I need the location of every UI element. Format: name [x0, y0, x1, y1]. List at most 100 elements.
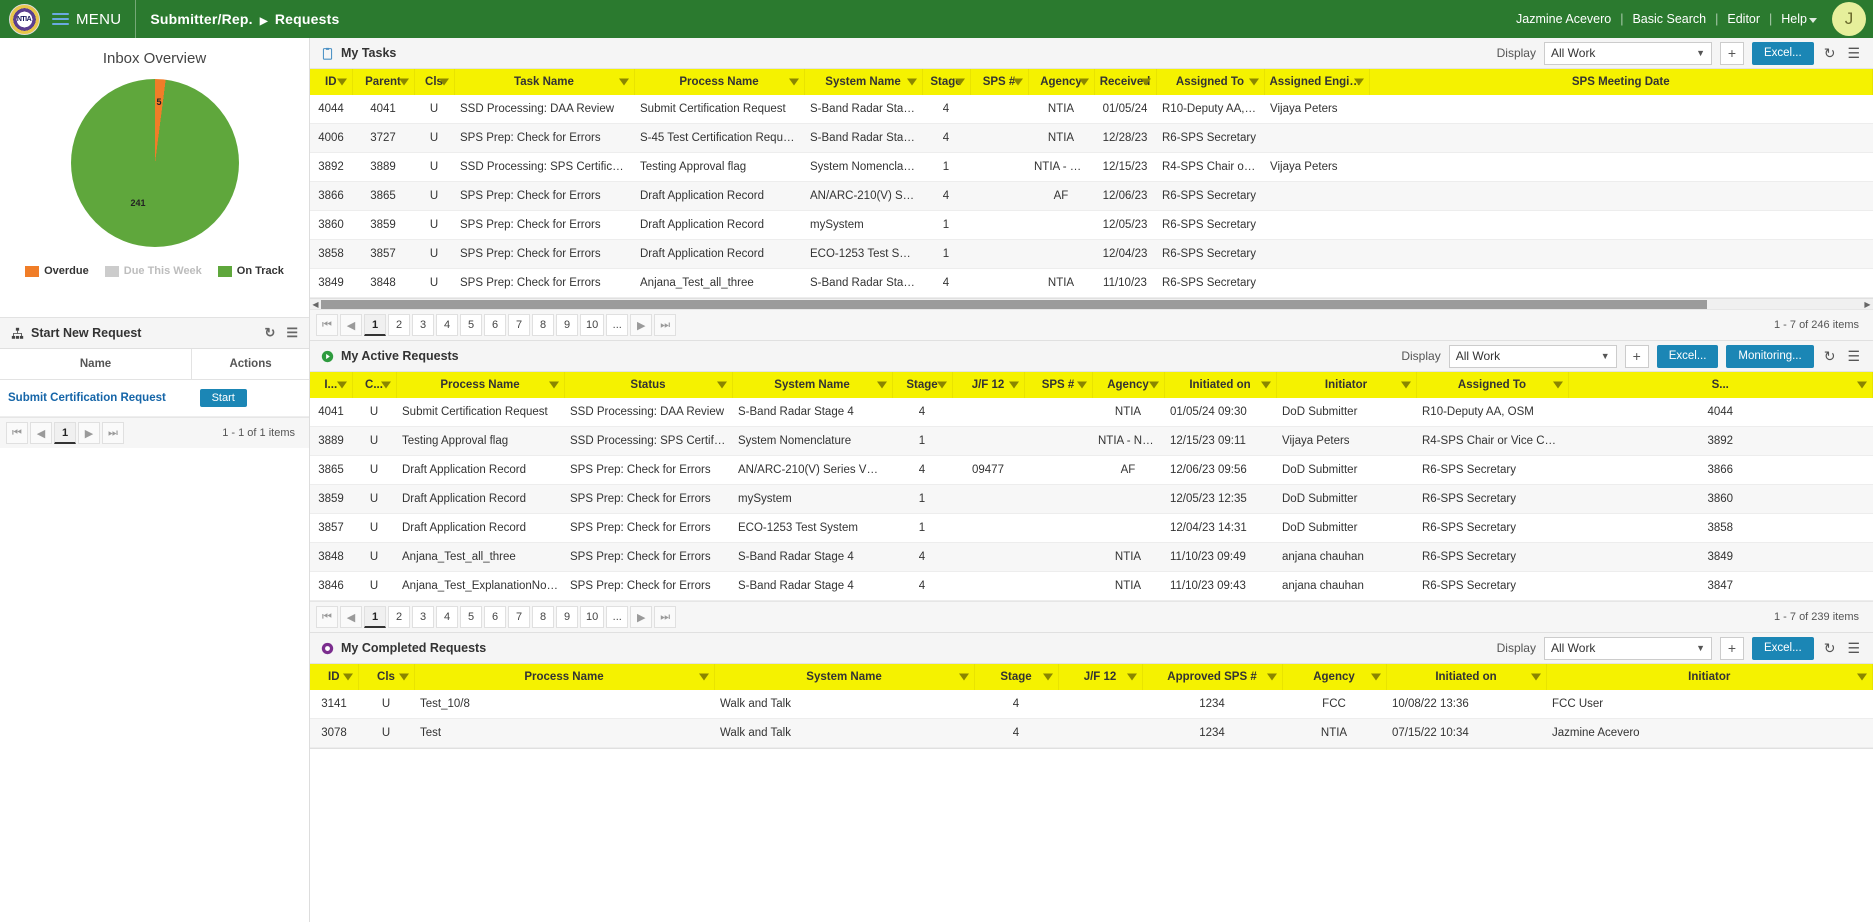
filter-icon[interactable]	[1267, 674, 1277, 681]
pager-page-8[interactable]: 8	[532, 606, 554, 628]
pager-last-button[interactable]: ⏭	[102, 422, 124, 444]
horizontal-scrollbar-tasks[interactable]: ◀ ▶	[310, 298, 1873, 309]
column-header-status[interactable]: Status	[564, 372, 732, 398]
filter-icon[interactable]	[399, 79, 409, 86]
pager-page-10[interactable]: 10	[580, 606, 604, 628]
filter-icon[interactable]	[907, 79, 917, 86]
column-header-system-name[interactable]: System Name	[804, 69, 922, 95]
filter-icon[interactable]	[1401, 382, 1411, 389]
pager-next-button[interactable]: ▶	[630, 606, 652, 628]
editor-link[interactable]: Editor	[1718, 12, 1769, 26]
table-row[interactable]: 3846UAnjana_Test_ExplanationNon-complian…	[310, 572, 1873, 601]
pager-first-button[interactable]: ⏮	[6, 422, 28, 444]
table-row[interactable]: 38923889USSD Processing: SPS Certificati…	[310, 153, 1873, 182]
pager-next-button[interactable]: ▶	[630, 314, 652, 336]
pager-page-1[interactable]: 1	[364, 606, 386, 628]
filter-icon[interactable]	[717, 382, 727, 389]
filter-icon[interactable]	[1857, 382, 1867, 389]
column-header-initiator[interactable]: Initiator	[1276, 372, 1416, 398]
cell-process-name[interactable]: Draft Application Record	[396, 514, 564, 543]
table-row[interactable]: 38603859USPS Prep: Check for ErrorsDraft…	[310, 211, 1873, 240]
column-header-agency[interactable]: Agency	[1282, 664, 1386, 690]
basic-search-link[interactable]: Basic Search	[1623, 12, 1715, 26]
pager-page-10[interactable]: 10	[580, 314, 604, 336]
pager-prev-button[interactable]: ◀	[340, 606, 362, 628]
column-header-system-name[interactable]: System Name	[714, 664, 974, 690]
filter-icon[interactable]	[877, 382, 887, 389]
pager-page-7[interactable]: 7	[508, 314, 530, 336]
filter-icon[interactable]	[1261, 382, 1271, 389]
table-row[interactable]: 3141UTest_10/8Walk and Talk41234FCC10/08…	[310, 690, 1873, 719]
filter-icon[interactable]	[337, 79, 347, 86]
display-select-active[interactable]: All Work▼	[1449, 345, 1617, 368]
cell-task-name[interactable]: SPS Prep: Check for Errors	[454, 269, 634, 298]
column-header-received[interactable]: Received	[1094, 69, 1156, 95]
column-header-c[interactable]: C...	[352, 372, 396, 398]
column-header-stage[interactable]: Stage	[922, 69, 970, 95]
cell-task-name[interactable]: SPS Prep: Check for Errors	[454, 182, 634, 211]
pager-page-6[interactable]: 6	[484, 606, 506, 628]
column-header-agency[interactable]: Agency	[1028, 69, 1094, 95]
filter-icon[interactable]	[439, 79, 449, 86]
excel-export-button-active[interactable]: Excel...	[1657, 345, 1719, 368]
breadcrumb-root[interactable]: Submitter/Rep.	[150, 11, 252, 27]
excel-export-button-tasks[interactable]: Excel...	[1752, 42, 1814, 65]
pager-page-3[interactable]: 3	[412, 314, 434, 336]
column-header-name[interactable]: Name	[0, 349, 192, 380]
table-row[interactable]: 3859UDraft Application RecordSPS Prep: C…	[310, 485, 1873, 514]
pager-page-...[interactable]: ...	[606, 606, 628, 628]
column-header-process-name[interactable]: Process Name	[634, 69, 804, 95]
pager-page-6[interactable]: 6	[484, 314, 506, 336]
refresh-icon[interactable]: ↻	[1822, 640, 1838, 657]
column-header-sps-meeting-date[interactable]: SPS Meeting Date	[1369, 69, 1873, 95]
legend-item-overdue[interactable]: Overdue	[25, 265, 89, 277]
column-header-cls[interactable]: Cls	[414, 69, 454, 95]
pager-page-5[interactable]: 5	[460, 606, 482, 628]
display-select-tasks[interactable]: All Work▼	[1544, 42, 1712, 65]
cell-process-name[interactable]: Draft Application Record	[396, 485, 564, 514]
pager-page-...[interactable]: ...	[606, 314, 628, 336]
column-header-system-name[interactable]: System Name	[732, 372, 892, 398]
filter-icon[interactable]	[619, 79, 629, 86]
filter-icon[interactable]	[1531, 674, 1541, 681]
column-header-s[interactable]: S...	[1568, 372, 1873, 398]
menu-icon[interactable]: ☰	[1845, 348, 1862, 365]
filter-icon[interactable]	[1371, 674, 1381, 681]
column-header-approved-sps[interactable]: Approved SPS #	[1142, 664, 1282, 690]
pager-prev-button[interactable]: ◀	[340, 314, 362, 336]
column-header-initiated-on[interactable]: Initiated on	[1386, 664, 1546, 690]
filter-icon[interactable]	[399, 674, 409, 681]
pager-next-button[interactable]: ▶	[78, 422, 100, 444]
table-row[interactable]: 4041USubmit Certification RequestSSD Pro…	[310, 398, 1873, 427]
cell-process-name[interactable]: Test_10/8	[414, 690, 714, 719]
filter-icon[interactable]	[1127, 674, 1137, 681]
pager-first-button[interactable]: ⏮	[316, 314, 338, 336]
column-header-parent[interactable]: Parent	[352, 69, 414, 95]
filter-icon[interactable]	[1354, 79, 1364, 86]
user-name[interactable]: Jazmine Acevero	[1507, 12, 1620, 26]
pager-page-4[interactable]: 4	[436, 314, 458, 336]
request-name-link[interactable]: Submit Certification Request	[8, 392, 166, 404]
pager-page-3[interactable]: 3	[412, 606, 434, 628]
column-header-initiator[interactable]: Initiator	[1546, 664, 1873, 690]
table-row[interactable]: 3078UTestWalk and Talk41234NTIA07/15/22 …	[310, 719, 1873, 748]
cell-task-name[interactable]: SPS Prep: Check for Errors	[454, 240, 634, 269]
start-button[interactable]: Start	[200, 389, 247, 407]
filter-icon[interactable]	[337, 382, 347, 389]
filter-icon[interactable]	[1079, 79, 1089, 86]
table-row[interactable]: 40063727USPS Prep: Check for ErrorsS-45 …	[310, 124, 1873, 153]
excel-export-button-completed[interactable]: Excel...	[1752, 637, 1814, 660]
table-row[interactable]: 3848UAnjana_Test_all_threeSPS Prep: Chec…	[310, 543, 1873, 572]
cell-process-name[interactable]: Draft Application Record	[396, 456, 564, 485]
pager-page-7[interactable]: 7	[508, 606, 530, 628]
table-row[interactable]: 3857UDraft Application RecordSPS Prep: C…	[310, 514, 1873, 543]
add-view-button-active[interactable]: +	[1625, 345, 1649, 368]
column-header-process-name[interactable]: Process Name	[414, 664, 714, 690]
pager-prev-button[interactable]: ◀	[30, 422, 52, 444]
filter-icon[interactable]	[1141, 79, 1151, 86]
filter-icon[interactable]	[1043, 674, 1053, 681]
filter-icon[interactable]	[959, 674, 969, 681]
refresh-icon[interactable]: ↻	[1822, 45, 1838, 62]
refresh-icon[interactable]: ↻	[1822, 348, 1838, 365]
help-link[interactable]: Help	[1772, 12, 1826, 26]
